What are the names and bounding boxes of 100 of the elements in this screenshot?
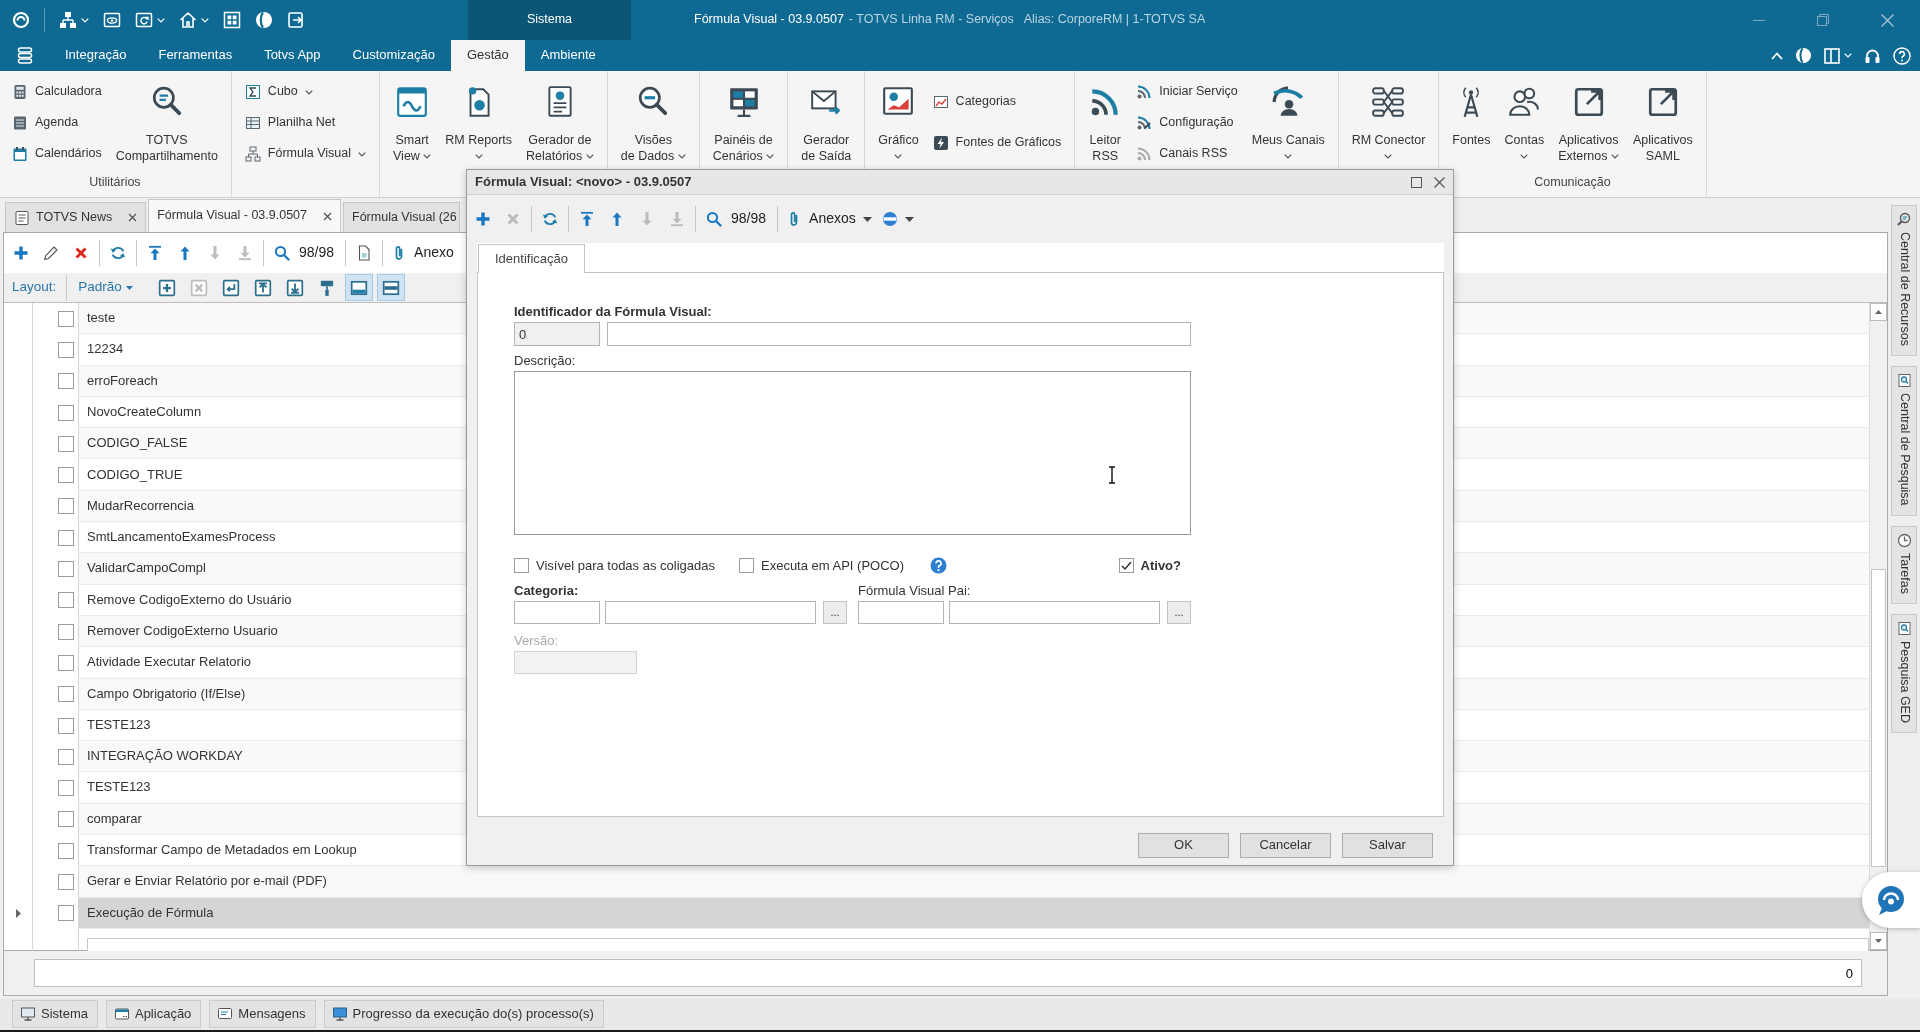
ribbon-button[interactable]: TOTVS Compartilhamento: [111, 71, 222, 169]
ribbon-button[interactable]: Smart View: [389, 71, 436, 169]
layout-tool-button[interactable]: [376, 274, 405, 301]
dialog-button[interactable]: Salvar: [1342, 833, 1433, 858]
ribbon-button[interactable]: Fontes de Gráficos: [928, 131, 1066, 155]
document-tab[interactable]: Fórmula Visual - 03.9.0507: [148, 199, 342, 232]
filter-field[interactable]: [87, 937, 1869, 952]
checkbox[interactable]: [58, 686, 74, 703]
hierarchy-icon[interactable]: [59, 11, 77, 29]
checkbox[interactable]: [58, 717, 74, 734]
scroll-up-button[interactable]: [1870, 303, 1887, 321]
ribbon-button[interactable]: RM Reports: [441, 71, 517, 169]
dialog-button[interactable]: Cancelar: [1240, 833, 1331, 858]
ribbon-button[interactable]: Fórmula Visual: [240, 142, 370, 166]
circle-logo-icon[interactable]: [12, 11, 30, 29]
side-panel-tab[interactable]: Tarefas: [1891, 525, 1917, 604]
close-icon[interactable]: [323, 211, 333, 221]
eye-window-icon[interactable]: [103, 11, 121, 29]
close-icon[interactable]: [1434, 176, 1445, 188]
menu-icon[interactable]: [16, 47, 33, 64]
ribbon-tab[interactable]: Integração: [49, 40, 143, 71]
description-field[interactable]: [514, 371, 1191, 535]
globe-icon[interactable]: [1795, 47, 1812, 64]
bottom-panel-tab[interactable]: Progresso da execução do(s) processo(s): [323, 1000, 604, 1028]
close-icon[interactable]: [1881, 13, 1894, 27]
ribbon-button[interactable]: Fontes: [1448, 71, 1495, 169]
checkbox[interactable]: [58, 404, 74, 421]
document-tab[interactable]: TOTVS News: [5, 202, 147, 232]
identifier-field[interactable]: 0: [514, 322, 600, 346]
dialog-button[interactable]: OK: [1138, 833, 1229, 858]
bottom-panel-tab[interactable]: Mensagens: [209, 1000, 316, 1028]
scroll-down-button[interactable]: [1870, 932, 1887, 950]
help-icon[interactable]: [1893, 46, 1911, 65]
checkbox[interactable]: [58, 435, 74, 452]
refresh-window-icon[interactable]: [135, 11, 153, 29]
lookup-field[interactable]: [949, 601, 1160, 624]
status-field[interactable]: 0: [34, 959, 1862, 987]
checkbox[interactable]: [58, 623, 74, 640]
ribbon-button[interactable]: Painéis de Cenários: [708, 71, 779, 169]
bottom-panel-tab[interactable]: Sistema: [12, 1000, 98, 1028]
ribbon-button[interactable]: Iniciar Serviço: [1132, 80, 1242, 104]
ribbon-tab[interactable]: Ambiente: [524, 40, 612, 71]
table-cell[interactable]: Gerar e Enviar Relatório por e-mail (PDF): [79, 866, 1869, 898]
exit-icon[interactable]: [287, 11, 305, 29]
grid-window-icon[interactable]: [223, 11, 241, 29]
chevron-up-icon[interactable]: [1771, 51, 1783, 60]
checkbox[interactable]: [58, 498, 74, 515]
context-tab[interactable]: Sistema: [468, 0, 631, 40]
ribbon-button[interactable]: Planilha Net: [240, 111, 340, 135]
checkbox[interactable]: [58, 373, 74, 390]
ribbon-button[interactable]: Cubo: [240, 80, 317, 104]
ribbon-button[interactable]: Gerador de Relatórios: [522, 71, 598, 169]
ribbon-tab[interactable]: Ferramentas: [142, 40, 249, 71]
ribbon-button[interactable]: RM Conector: [1347, 71, 1430, 169]
checkbox[interactable]: [58, 905, 74, 922]
name-field[interactable]: [607, 322, 1191, 346]
ribbon-button[interactable]: Calendários: [8, 142, 106, 166]
checkbox[interactable]: [58, 310, 74, 327]
checkbox[interactable]: [58, 654, 74, 671]
help-icon[interactable]: [930, 557, 948, 574]
checkbox[interactable]: [58, 811, 74, 828]
layout-dropdown[interactable]: Padrão: [70, 279, 141, 296]
ribbon-button[interactable]: Aplicativos SAML: [1628, 71, 1697, 169]
ribbon-button[interactable]: Gráfico: [874, 71, 923, 169]
attachments-button[interactable]: Anexo: [386, 238, 459, 268]
ribbon-button[interactable]: Configuração: [1132, 111, 1238, 135]
ribbon-button[interactable]: Canais RSS: [1132, 142, 1232, 166]
code-field[interactable]: [858, 601, 944, 624]
ribbon-tab[interactable]: Totvs App: [248, 40, 337, 71]
ribbon-button[interactable]: Categorias: [928, 90, 1021, 114]
restore-icon[interactable]: [1817, 14, 1829, 26]
ribbon-tab[interactable]: Customização: [336, 40, 451, 71]
ribbon-button[interactable]: Visões de Dados: [616, 71, 690, 169]
checkbox[interactable]: [58, 748, 74, 765]
checkbox[interactable]: [58, 467, 74, 484]
chat-button[interactable]: [1862, 872, 1920, 928]
panel-layout-icon[interactable]: [1824, 47, 1840, 64]
ribbon-button[interactable]: Agenda: [8, 111, 83, 135]
bottom-panel-tab[interactable]: Aplicação: [105, 1000, 202, 1028]
checkbox[interactable]: [58, 341, 74, 358]
browse-button[interactable]: ...: [1167, 601, 1191, 624]
checkbox[interactable]: [58, 780, 74, 797]
checkbox[interactable]: [58, 874, 74, 890]
ribbon-button[interactable]: Gerador de Saída: [797, 71, 856, 169]
checkbox[interactable]: [1118, 558, 1134, 573]
checkbox[interactable]: [514, 558, 529, 573]
lookup-field[interactable]: [605, 601, 816, 624]
side-panel-tab[interactable]: Central de Pesquisa: [1891, 365, 1917, 516]
ribbon-button[interactable]: Meus Canais: [1247, 71, 1329, 169]
ribbon-button[interactable]: Leitor RSS: [1084, 71, 1127, 169]
close-icon[interactable]: [128, 213, 138, 222]
home-icon[interactable]: [179, 11, 197, 29]
ribbon-button[interactable]: Aplicativos Externos: [1554, 71, 1623, 169]
checkbox[interactable]: [739, 558, 754, 573]
side-panel-tab[interactable]: Central de Recursos: [1891, 205, 1917, 356]
checkbox[interactable]: [58, 561, 74, 577]
table-cell[interactable]: Execução de Fórmula: [79, 897, 1869, 929]
checkbox[interactable]: [58, 842, 74, 859]
layout-tool-button[interactable]: [344, 274, 373, 301]
attachments-button[interactable]: Anexos: [781, 204, 877, 234]
